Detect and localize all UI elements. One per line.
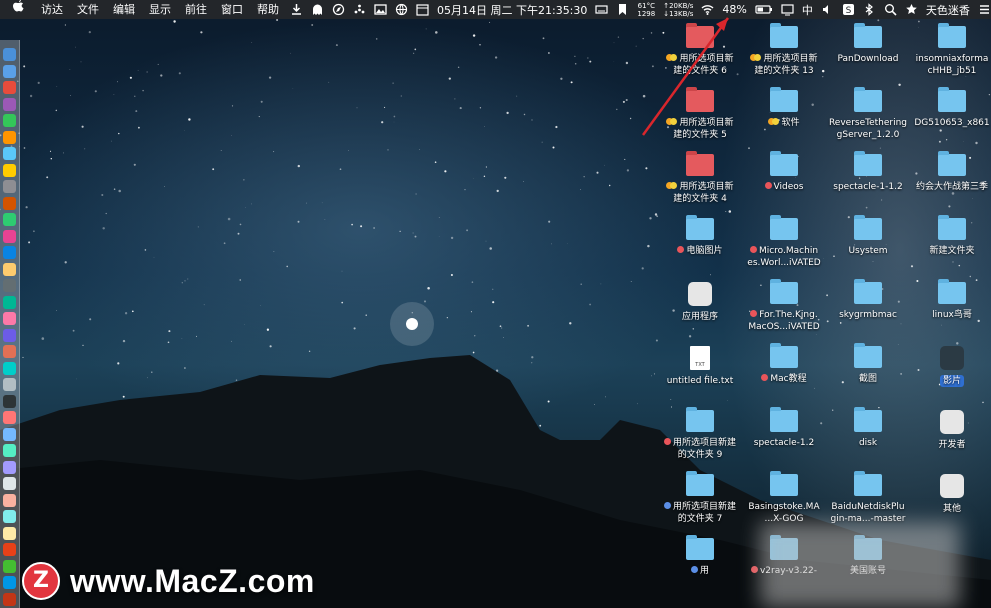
red-pointer-arrow — [641, 17, 730, 136]
watermark: Z www.MacZ.com — [22, 562, 315, 600]
blurred-region — [760, 522, 960, 608]
watermark-text: www.MacZ.com — [70, 562, 315, 599]
watermark-logo-icon: Z — [22, 562, 60, 600]
